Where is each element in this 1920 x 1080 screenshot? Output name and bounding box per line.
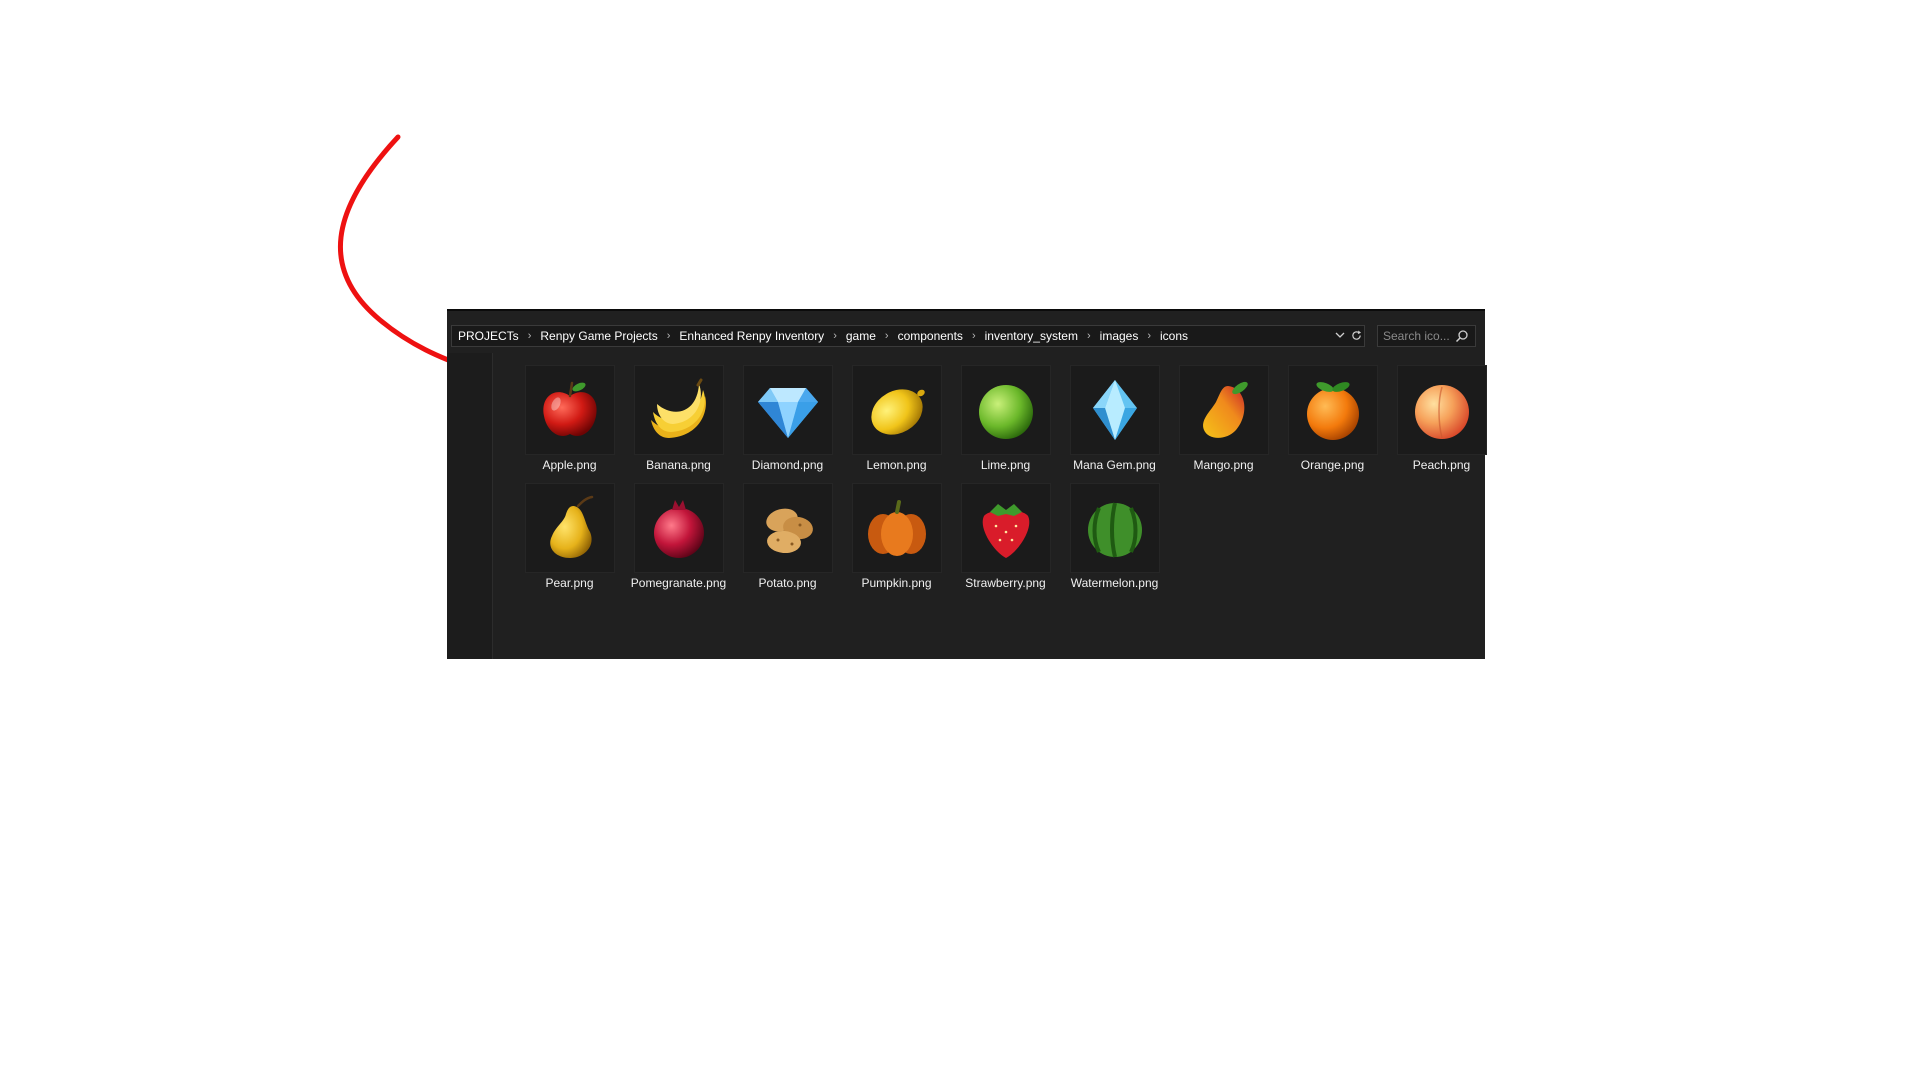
file-name: Peach.png bbox=[1412, 458, 1471, 472]
address-bar[interactable]: PROJECTs › Renpy Game Projects › Enhance… bbox=[451, 325, 1365, 347]
watermelon-icon bbox=[1087, 502, 1142, 558]
file-name: Pomegranate.png bbox=[630, 576, 727, 590]
navigation-pane[interactable] bbox=[447, 353, 493, 659]
file-name: Mana Gem.png bbox=[1073, 458, 1156, 472]
orange-icon bbox=[1306, 382, 1359, 440]
file-thumbnail bbox=[742, 483, 833, 573]
file-item-peach[interactable]: Peach.png bbox=[1387, 365, 1496, 483]
peach-icon bbox=[1414, 385, 1469, 439]
file-name: Lemon.png bbox=[866, 458, 927, 472]
file-item-potato[interactable]: Potato.png bbox=[733, 483, 842, 601]
file-item-orange[interactable]: Orange.png bbox=[1278, 365, 1387, 483]
potato-icon bbox=[765, 508, 813, 554]
file-thumbnail bbox=[960, 483, 1051, 573]
breadcrumb-item-components[interactable]: components bbox=[895, 329, 966, 343]
breadcrumb-item-images[interactable]: images bbox=[1097, 329, 1142, 343]
file-thumbnail bbox=[851, 365, 942, 455]
file-name: Apple.png bbox=[542, 458, 597, 472]
diamond-icon bbox=[757, 388, 818, 438]
breadcrumb-item-enhanced-renpy-inventory[interactable]: Enhanced Renpy Inventory bbox=[676, 329, 827, 343]
file-item-lemon[interactable]: Lemon.png bbox=[842, 365, 951, 483]
mana-gem-icon bbox=[1092, 380, 1137, 440]
file-name: Pear.png bbox=[545, 576, 594, 590]
file-item-mana-gem[interactable]: Mana Gem.png bbox=[1060, 365, 1169, 483]
breadcrumb-item-renpy-game-projects[interactable]: Renpy Game Projects bbox=[537, 329, 660, 343]
chevron-right-icon: › bbox=[1086, 330, 1091, 342]
refresh-icon[interactable] bbox=[1348, 328, 1364, 344]
chevron-right-icon: › bbox=[971, 330, 976, 342]
breadcrumb-item-game[interactable]: game bbox=[843, 329, 879, 343]
file-thumbnail bbox=[742, 365, 833, 455]
apple-icon bbox=[542, 381, 597, 436]
chevron-right-icon: › bbox=[666, 330, 671, 342]
chevron-right-icon: › bbox=[527, 330, 532, 342]
file-thumbnail bbox=[633, 483, 724, 573]
file-item-lime[interactable]: Lime.png bbox=[951, 365, 1060, 483]
file-name: Banana.png bbox=[646, 458, 711, 472]
file-name: Diamond.png bbox=[751, 458, 824, 472]
file-name: Strawberry.png bbox=[965, 576, 1046, 590]
chevron-down-icon[interactable] bbox=[1332, 328, 1348, 344]
chevron-right-icon: › bbox=[884, 330, 889, 342]
file-thumbnail bbox=[1069, 483, 1160, 573]
pomegranate-icon bbox=[653, 500, 704, 558]
chevron-right-icon: › bbox=[833, 330, 837, 342]
file-name: Watermelon.png bbox=[1070, 576, 1159, 590]
file-item-banana[interactable]: Banana.png bbox=[624, 365, 733, 483]
lemon-icon bbox=[870, 389, 925, 435]
file-item-pomegranate[interactable]: Pomegranate.png bbox=[624, 483, 733, 601]
file-thumbnail bbox=[1069, 365, 1160, 455]
file-thumbnail bbox=[524, 483, 615, 573]
breadcrumb-item-icons[interactable]: icons bbox=[1157, 329, 1191, 343]
file-thumbnail bbox=[524, 365, 615, 455]
lime-icon bbox=[978, 385, 1033, 439]
file-name: Mango.png bbox=[1193, 458, 1254, 472]
file-thumbnail bbox=[1178, 365, 1269, 455]
file-list: Apple.png Banana.png Diamond.png Lemon.p… bbox=[515, 365, 1487, 659]
file-item-diamond[interactable]: Diamond.png bbox=[733, 365, 842, 483]
file-name: Lime.png bbox=[980, 458, 1031, 472]
file-name: Orange.png bbox=[1300, 458, 1365, 472]
file-item-apple[interactable]: Apple.png bbox=[515, 365, 624, 483]
breadcrumb: PROJECTs › Renpy Game Projects › Enhance… bbox=[455, 329, 1332, 343]
file-item-pumpkin[interactable]: Pumpkin.png bbox=[842, 483, 951, 601]
file-thumbnail bbox=[851, 483, 942, 573]
strawberry-icon bbox=[982, 504, 1029, 558]
breadcrumb-item-inventory-system[interactable]: inventory_system bbox=[982, 329, 1081, 343]
file-thumbnail bbox=[633, 365, 724, 455]
file-item-pear[interactable]: Pear.png bbox=[515, 483, 624, 601]
search-box[interactable] bbox=[1377, 325, 1476, 347]
file-item-mango[interactable]: Mango.png bbox=[1169, 365, 1278, 483]
file-name: Pumpkin.png bbox=[861, 576, 932, 590]
file-name: Potato.png bbox=[758, 576, 817, 590]
pumpkin-icon bbox=[867, 500, 926, 556]
file-thumbnail bbox=[1287, 365, 1378, 455]
chevron-right-icon: › bbox=[1147, 330, 1152, 342]
breadcrumb-item-projects[interactable]: PROJECTs bbox=[455, 329, 522, 343]
pear-icon bbox=[549, 495, 593, 558]
mango-icon bbox=[1202, 381, 1248, 438]
banana-icon bbox=[650, 378, 706, 438]
file-thumbnail bbox=[1396, 365, 1487, 455]
file-item-strawberry[interactable]: Strawberry.png bbox=[951, 483, 1060, 601]
search-input[interactable] bbox=[1383, 329, 1455, 343]
search-icon[interactable] bbox=[1455, 329, 1469, 343]
file-explorer-window: PROJECTs › Renpy Game Projects › Enhance… bbox=[447, 309, 1487, 659]
file-thumbnail bbox=[960, 365, 1051, 455]
file-item-watermelon[interactable]: Watermelon.png bbox=[1060, 483, 1169, 601]
